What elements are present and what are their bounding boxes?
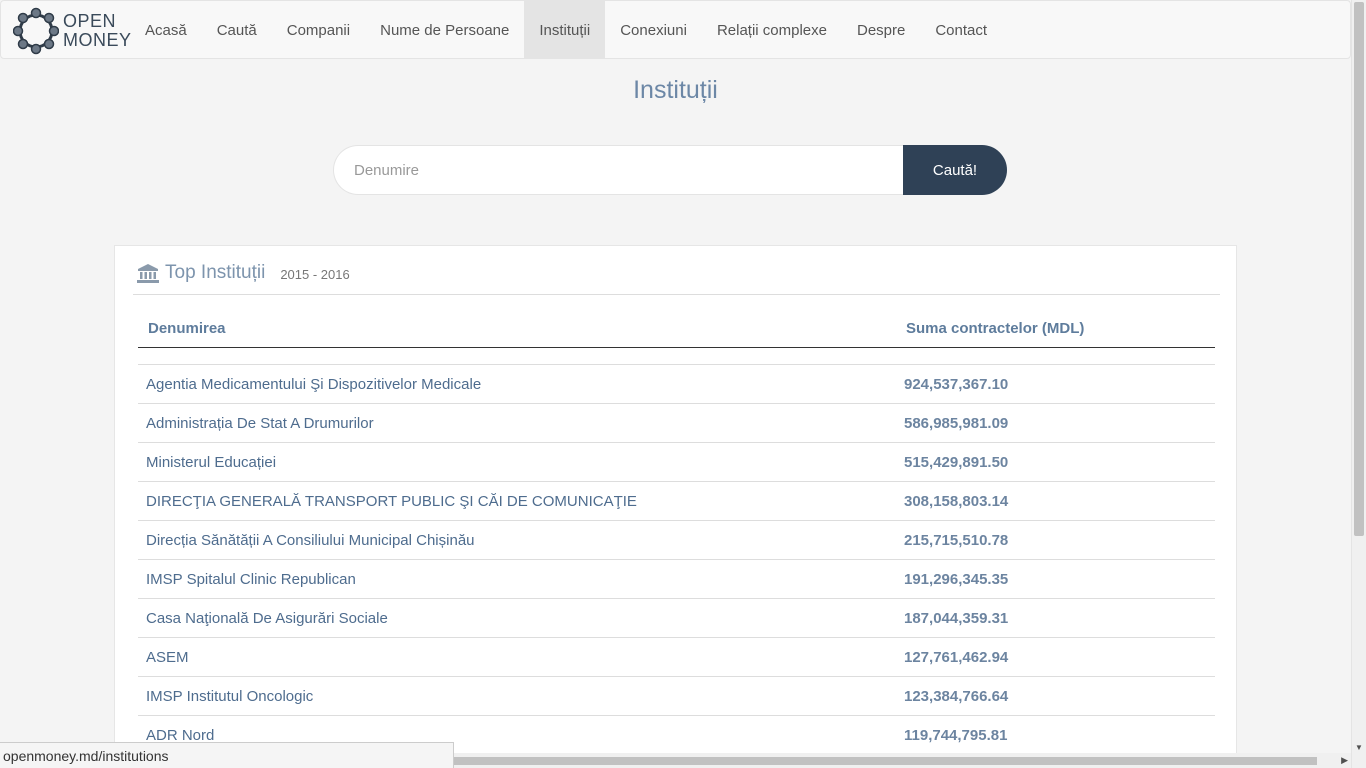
panel-period: 2015 - 2016 <box>280 267 350 282</box>
contract-sum: 119,744,795.81 <box>904 727 1008 744</box>
contract-sum: 308,158,803.14 <box>904 493 1009 510</box>
top-institutions-panel: Top Instituții 2015 - 2016 Denumirea Sum… <box>114 245 1237 768</box>
table-row: Agentia Medicamentului Şi Dispozitivelor… <box>138 365 1215 404</box>
institution-link[interactable]: Agentia Medicamentului Şi Dispozitivelor… <box>146 376 481 393</box>
nav-contact[interactable]: Contact <box>920 1 1002 59</box>
search-button[interactable]: Caută! <box>903 145 1007 195</box>
table-header: Denumirea Suma contractelor (MDL) <box>138 311 1215 348</box>
nav-persons[interactable]: Nume de Persoane <box>365 1 524 59</box>
page-title: Instituții <box>633 76 718 104</box>
nav-about[interactable]: Despre <box>842 1 920 59</box>
vertical-scrollbar[interactable]: ▼ <box>1351 0 1366 768</box>
table-row: IMSP Institutul Oncologic 123,384,766.64 <box>138 677 1215 716</box>
horizontal-scroll-thumb[interactable] <box>453 757 1317 765</box>
institutions-table-body: Agentia Medicamentului Şi Dispozitivelor… <box>138 364 1215 755</box>
table-row: Ministerul Educației 515,429,891.50 <box>138 443 1215 482</box>
panel-header: Top Instituții 2015 - 2016 <box>133 260 1220 295</box>
institution-link[interactable]: IMSP Institutul Oncologic <box>146 688 313 705</box>
table-row: IMSP Spitalul Clinic Republican 191,296,3… <box>138 560 1215 599</box>
contract-sum: 586,985,981.09 <box>904 415 1009 432</box>
scroll-right-arrow-icon[interactable]: ▶ <box>1341 755 1348 766</box>
contract-sum: 924,537,367.10 <box>904 376 1009 393</box>
contract-sum: 191,296,345.35 <box>904 571 1009 588</box>
nav-companies[interactable]: Companii <box>272 1 365 59</box>
brand-line-2: MONEY <box>63 30 132 50</box>
institution-link[interactable]: Ministerul Educației <box>146 454 276 471</box>
brand-line-1: OPEN <box>63 11 117 31</box>
table-row: ASEM 127,761,462.94 <box>138 638 1215 677</box>
nav-connections[interactable]: Conexiuni <box>605 1 702 59</box>
table-row: Administrația De Stat A Drumurilor 586,98… <box>138 404 1215 443</box>
institution-link[interactable]: ASEM <box>146 649 189 666</box>
nav-search[interactable]: Caută <box>202 1 272 59</box>
vertical-scroll-thumb[interactable] <box>1354 2 1364 536</box>
table-row: Casa Naţională De Asigurări Sociale 187,0… <box>138 599 1215 638</box>
top-navbar: OPEN MONEY Acasă Caută Companii Nume de … <box>0 0 1351 59</box>
contract-sum: 215,715,510.78 <box>904 532 1009 549</box>
scroll-down-arrow-icon[interactable]: ▼ <box>1355 743 1363 752</box>
contract-sum: 127,761,462.94 <box>904 649 1009 666</box>
panel-title: Top Instituții <box>165 262 266 283</box>
bank-icon <box>137 264 159 283</box>
nav-institutions[interactable]: Instituții <box>524 1 606 59</box>
institution-link[interactable]: IMSP Spitalul Clinic Republican <box>146 571 356 588</box>
contract-sum: 123,384,766.64 <box>904 688 1009 705</box>
institution-link[interactable]: Administrația De Stat A Drumurilor <box>146 415 374 432</box>
status-bar-url: openmoney.md/institutions <box>0 742 454 768</box>
column-header-name: Denumirea <box>148 320 226 337</box>
institution-link[interactable]: DIRECŢIA GENERALĂ TRANSPORT PUBLIC ŞI CĂ… <box>146 493 637 510</box>
nav-complex-relations[interactable]: Relații complexe <box>702 1 842 59</box>
search-input[interactable] <box>333 145 903 195</box>
openmoney-logo-icon <box>13 7 59 55</box>
table-row: Direcția Sănătății A Consiliului Municip… <box>138 521 1215 560</box>
table-row: DIRECŢIA GENERALĂ TRANSPORT PUBLIC ŞI CĂ… <box>138 482 1215 521</box>
contract-sum: 187,044,359.31 <box>904 610 1009 627</box>
search-form: Caută! <box>333 145 1007 195</box>
institution-link[interactable]: Casa Naţională De Asigurări Sociale <box>146 610 388 627</box>
nav-home[interactable]: Acasă <box>130 1 202 59</box>
contract-sum: 515,429,891.50 <box>904 454 1009 471</box>
column-header-sum: Suma contractelor (MDL) <box>906 320 1085 337</box>
main-nav: Acasă Caută Companii Nume de Persoane In… <box>130 1 1002 59</box>
brand-logo-link[interactable]: OPEN MONEY <box>13 6 132 56</box>
institution-link[interactable]: Direcția Sănătății A Consiliului Municip… <box>146 532 475 549</box>
